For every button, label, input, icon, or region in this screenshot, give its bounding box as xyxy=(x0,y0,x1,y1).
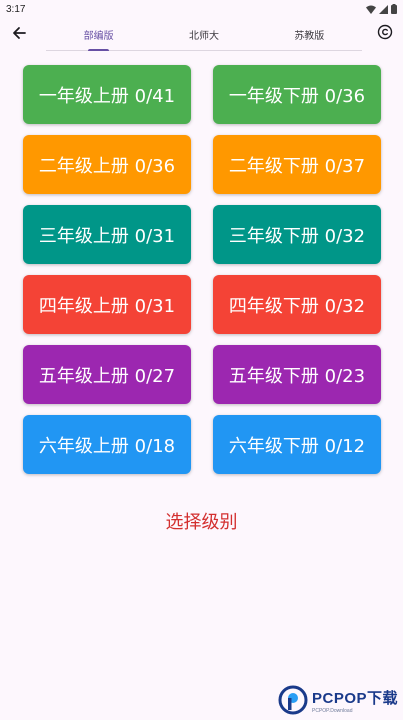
grade-button-3a[interactable]: 三年级上册 0/31 xyxy=(23,205,191,264)
status-time: 3:17 xyxy=(6,3,26,15)
pcpop-logo-icon xyxy=(278,685,308,715)
tab-bubian[interactable]: 部编版 xyxy=(46,18,151,51)
grade-button-6b[interactable]: 六年级下册 0/12 xyxy=(213,415,381,474)
grade-button-5a[interactable]: 五年级上册 0/27 xyxy=(23,345,191,404)
status-icons xyxy=(366,4,397,14)
watermark-main: PCPOP下载 xyxy=(312,689,399,707)
tab-label: 苏教版 xyxy=(294,30,325,42)
edition-tabs: 部编版 北师大 苏教版 xyxy=(46,18,362,51)
tab-sujiao[interactable]: 苏教版 xyxy=(257,18,362,50)
watermark-sub: PCPOP.Download xyxy=(312,707,353,714)
grade-button-4b[interactable]: 四年级下册 0/32 xyxy=(213,275,381,334)
arrow-left-icon xyxy=(12,25,26,44)
select-level-label: 选择级别 xyxy=(165,512,238,533)
status-bar: 3:17 xyxy=(0,0,403,18)
back-button[interactable] xyxy=(8,23,30,45)
watermark: PCPOP下载 PCPOP.Download xyxy=(278,683,400,717)
grade-button-2a[interactable]: 二年级上册 0/36 xyxy=(23,135,191,194)
grade-button-2b[interactable]: 二年级下册 0/37 xyxy=(213,135,381,194)
tab-label: 部编版 xyxy=(83,30,114,42)
wifi-icon xyxy=(366,5,376,14)
grade-button-3b[interactable]: 三年级下册 0/32 xyxy=(213,205,381,264)
grade-button-6a[interactable]: 六年级上册 0/18 xyxy=(23,415,191,474)
grade-button-4a[interactable]: 四年级上册 0/31 xyxy=(23,275,191,334)
tab-beishida[interactable]: 北师大 xyxy=(151,18,256,50)
grade-button-5b[interactable]: 五年级下册 0/23 xyxy=(213,345,381,404)
copyright-icon xyxy=(377,24,393,44)
battery-icon xyxy=(391,4,397,14)
tab-label: 北师大 xyxy=(188,30,219,42)
signal-icon xyxy=(379,4,388,14)
grade-button-1a[interactable]: 一年级上册 0/41 xyxy=(23,65,191,124)
copyright-button[interactable] xyxy=(375,24,395,44)
grade-button-1b[interactable]: 一年级下册 0/36 xyxy=(213,65,381,124)
app-screen: 3:17 部编版 北师大 苏教版 一年级上册 0/41 一年级下册 0/36 二… xyxy=(0,0,403,720)
watermark-text: PCPOP下载 PCPOP.Download xyxy=(312,687,398,714)
app-bar: 部编版 北师大 苏教版 xyxy=(0,18,403,52)
grade-grid: 一年级上册 0/41 一年级下册 0/36 二年级上册 0/36 二年级下册 0… xyxy=(23,65,382,474)
